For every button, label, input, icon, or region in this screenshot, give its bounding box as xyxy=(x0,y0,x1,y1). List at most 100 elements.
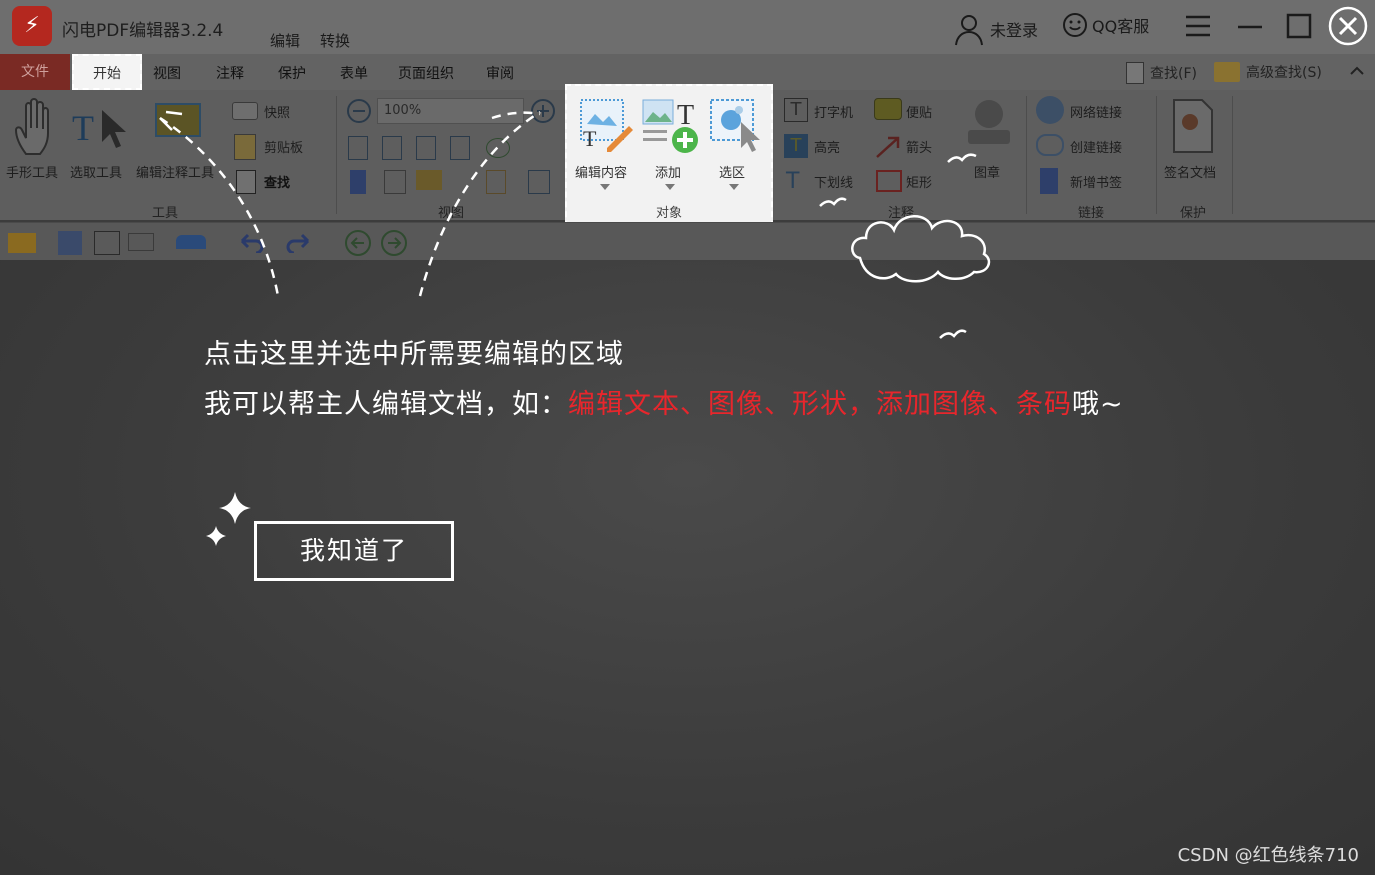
page-settings-icon[interactable] xyxy=(528,170,550,194)
menu-protect[interactable]: 保护 xyxy=(278,63,306,83)
svg-text:T: T xyxy=(583,126,597,151)
previous-view-icon[interactable] xyxy=(344,229,372,257)
text-page-icon[interactable] xyxy=(486,170,506,194)
find-label: 查找(F) xyxy=(1150,66,1197,82)
close-icon[interactable] xyxy=(1328,6,1368,46)
edit-content-button[interactable]: 编辑内容 xyxy=(575,162,627,181)
hand-tool-button[interactable]: 手形工具 xyxy=(6,162,58,181)
group-divider xyxy=(1232,96,1233,214)
app-logo-icon: ⚡ xyxy=(12,6,52,46)
group-label-protect: 保护 xyxy=(1180,206,1207,221)
sign-document-button[interactable]: 签名文档 xyxy=(1164,162,1216,181)
create-link-button[interactable]: 创建链接 xyxy=(1070,137,1122,156)
add-object-button[interactable]: 添加 xyxy=(655,162,681,181)
sign-document-icon xyxy=(1173,99,1213,153)
fit-page-icon[interactable] xyxy=(382,136,402,160)
fit-visible-icon[interactable] xyxy=(450,136,470,160)
group-divider xyxy=(1156,96,1157,214)
maximize-icon[interactable] xyxy=(1286,13,1312,39)
save-icon[interactable] xyxy=(58,231,82,255)
actual-size-icon[interactable] xyxy=(348,136,368,160)
guide-line-1: 点击这里并选中所需要编辑的区域 xyxy=(204,339,624,370)
email-icon[interactable] xyxy=(128,233,154,251)
select-area-button[interactable]: 选区 xyxy=(719,162,745,181)
undo-icon[interactable] xyxy=(238,231,264,253)
fit-width-icon[interactable] xyxy=(416,136,436,160)
menu-page-organize[interactable]: 页面组织 xyxy=(398,63,454,83)
print-icon[interactable] xyxy=(94,231,120,255)
find-button[interactable]: 查找(F) xyxy=(1126,62,1197,84)
underline-button[interactable]: 下划线 xyxy=(814,172,853,191)
select-text-icon: T xyxy=(72,108,126,148)
object-group-highlight: T 编辑内容 T 添加 选区 对象 xyxy=(565,84,773,227)
hand-icon xyxy=(14,98,49,155)
smile-icon xyxy=(1063,13,1087,37)
zoom-in-icon[interactable] xyxy=(530,98,556,124)
highlight-button[interactable]: 高亮 xyxy=(814,137,840,156)
stamp-button[interactable]: 图章 xyxy=(974,162,1000,181)
next-view-icon[interactable] xyxy=(380,229,408,257)
app-title: 闪电PDF编辑器3.2.4 xyxy=(62,21,224,41)
redo-icon[interactable] xyxy=(286,231,312,253)
typewriter-button[interactable]: 打字机 xyxy=(814,102,853,121)
tab-convert[interactable]: 转换 xyxy=(316,30,354,51)
arrow-button[interactable]: 箭头 xyxy=(906,137,932,156)
menu-form[interactable]: 表单 xyxy=(340,63,368,83)
group-divider xyxy=(336,96,337,214)
watermark: CSDN @红色线条710 xyxy=(1177,845,1359,866)
login-button[interactable]: 未登录 xyxy=(952,12,1038,46)
globe-icon xyxy=(1036,96,1064,124)
zoom-out-icon[interactable] xyxy=(346,98,372,124)
pages-icon[interactable] xyxy=(384,170,406,194)
qq-service-button[interactable]: QQ客服 xyxy=(1062,12,1149,38)
hamburger-menu-icon[interactable] xyxy=(1184,14,1212,38)
bookmark-icon[interactable] xyxy=(350,170,366,194)
sticky-note-icon xyxy=(874,98,902,120)
advanced-find-label: 高级查找(S) xyxy=(1246,65,1322,81)
chevron-down-icon xyxy=(665,184,675,190)
group-label-link: 链接 xyxy=(1078,206,1105,221)
find-tool-button[interactable]: 查找 xyxy=(264,172,290,191)
group-label-view: 视图 xyxy=(438,206,465,221)
menu-file[interactable]: 文件 xyxy=(0,54,70,90)
add-bookmark-button[interactable]: 新增书签 xyxy=(1070,172,1122,191)
open-folder-icon[interactable] xyxy=(8,233,36,253)
add-bookmark-icon xyxy=(1040,168,1058,194)
select-tool-button[interactable]: 选取工具 xyxy=(70,162,122,181)
advanced-find-button[interactable]: 高级查找(S) xyxy=(1214,62,1322,82)
zoom-input[interactable]: 100% xyxy=(377,98,524,124)
annotation-edit-icon xyxy=(155,103,201,137)
clipboard-icon xyxy=(234,134,256,160)
rotate-left-icon[interactable] xyxy=(486,138,510,158)
svg-text:T: T xyxy=(677,100,694,131)
guide-line-2-highlight: 编辑文本、图像、形状，添加图像、条码 xyxy=(568,389,1072,420)
annotation-edit-tool-button[interactable]: 编辑注释工具 xyxy=(136,162,214,181)
menu-start[interactable]: 开始 xyxy=(72,54,142,90)
collapse-ribbon-icon[interactable] xyxy=(1350,66,1364,76)
web-link-button[interactable]: 网络链接 xyxy=(1070,102,1122,121)
snapshot-button[interactable]: 快照 xyxy=(264,102,290,121)
rectangle-icon xyxy=(876,170,902,192)
minimize-icon[interactable] xyxy=(1236,14,1264,38)
group-label-comment: 注释 xyxy=(888,206,915,221)
chevron-down-icon xyxy=(600,184,610,190)
sticky-note-button[interactable]: 便贴 xyxy=(906,102,932,121)
quick-access-toolbar xyxy=(0,222,1375,260)
chevron-down-icon xyxy=(729,184,739,190)
menu-comment[interactable]: 注释 xyxy=(216,63,244,83)
rectangle-button[interactable]: 矩形 xyxy=(906,172,932,191)
menu-view[interactable]: 视图 xyxy=(153,63,181,83)
select-area-icon xyxy=(710,99,760,152)
svg-text:T: T xyxy=(72,108,94,148)
tab-edit[interactable]: 编辑 xyxy=(266,30,304,51)
guide-line-2: 我可以帮主人编辑文档，如：编辑文本、图像、形状，添加图像、条码哦~ xyxy=(204,382,1124,421)
got-it-button[interactable]: 我知道了 xyxy=(254,521,454,581)
highlight-icon: T xyxy=(784,134,808,158)
title-bar: ⚡ 闪电PDF编辑器3.2.4 编辑 转换 未登录 QQ客服 xyxy=(0,0,1375,54)
comment-panel-icon[interactable] xyxy=(416,170,442,190)
menu-review[interactable]: 审阅 xyxy=(486,63,514,83)
guide-overlay: 点击这里并选中所需要编辑的区域 我可以帮主人编辑文档，如：编辑文本、图像、形状，… xyxy=(0,260,1375,875)
clipboard-button[interactable]: 剪贴板 xyxy=(264,137,303,156)
scanner-icon[interactable] xyxy=(176,235,206,249)
group-divider xyxy=(1026,96,1027,214)
